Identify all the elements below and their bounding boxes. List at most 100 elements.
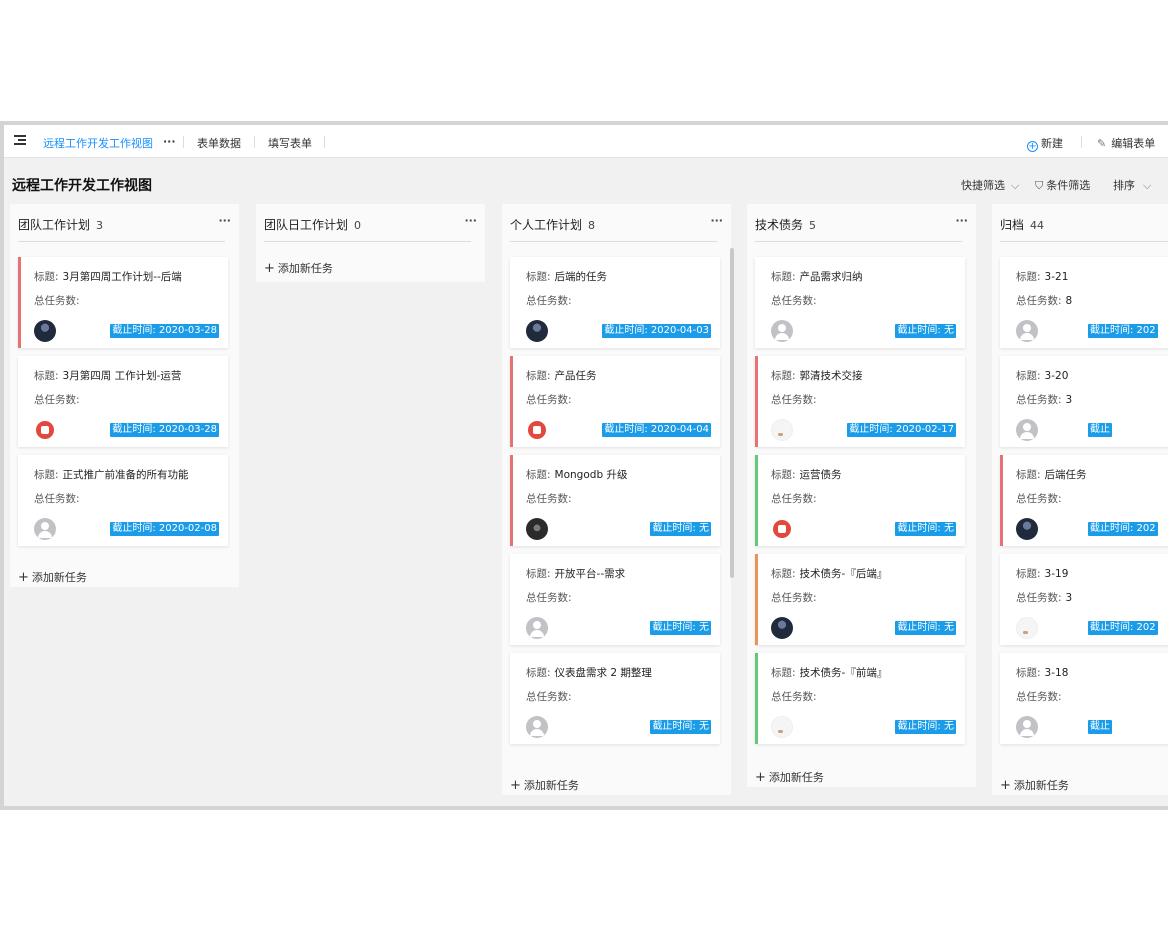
assignee-avatar[interactable] <box>1016 419 1038 441</box>
add-task-button[interactable]: + 添加新任务 <box>510 777 579 793</box>
due-date-badge: 截止时间: 无 <box>895 720 956 734</box>
task-card[interactable]: 标题: 开放平台--需求 总任务数: 截止时间: 无 <box>510 554 720 645</box>
view-more-icon[interactable]: ··· <box>163 135 176 148</box>
tab-form-data[interactable]: 表单数据 <box>197 135 241 151</box>
title-key: 标题: <box>771 568 796 580</box>
total-key: 总任务数: <box>526 493 572 505</box>
column-header: 团队日工作计划 0 ··· <box>264 204 477 242</box>
task-card[interactable]: 标题: 技术债务-『前端』 总任务数: 截止时间: 无 <box>755 653 965 744</box>
add-task-button[interactable]: + 添加新任务 <box>1000 777 1069 793</box>
assignee-avatar[interactable] <box>34 320 56 342</box>
plus-icon: + <box>510 778 521 793</box>
priority-bar <box>510 356 513 447</box>
add-task-button[interactable]: + 添加新任务 <box>18 569 87 585</box>
assignee-avatar[interactable] <box>526 617 548 639</box>
column-more-icon[interactable]: ··· <box>464 214 477 227</box>
task-card[interactable]: 标题: 产品需求归纳 总任务数: 截止时间: 无 <box>755 257 965 348</box>
due-date-badge: 截止 <box>1088 423 1112 437</box>
task-card[interactable]: 标题: 3-21 总任务数: 8 截止时间: 202 <box>1000 257 1168 348</box>
task-card[interactable]: 标题: 3月第四周 工作计划-运营 总任务数: 截止时间: 2020-03-28 <box>18 356 228 447</box>
assignee-avatar[interactable] <box>526 320 548 342</box>
title-value: 正式推广前准备的所有功能 <box>62 469 189 481</box>
card-total: 总任务数: <box>526 590 576 605</box>
assignee-avatar[interactable] <box>1016 716 1038 738</box>
card-total: 总任务数: <box>34 392 84 407</box>
column-more-icon[interactable]: ··· <box>955 214 968 227</box>
total-key: 总任务数: <box>771 691 817 703</box>
assignee-avatar[interactable] <box>771 617 793 639</box>
column-name: 技术债务 <box>755 218 804 232</box>
divider <box>324 136 325 148</box>
card-title: 标题: Mongodb 升级 <box>526 467 627 482</box>
task-card[interactable]: 标题: 仪表盘需求 2 期整理 总任务数: 截止时间: 无 <box>510 653 720 744</box>
tab-current-view[interactable]: 远程工作开发工作视图 <box>43 135 153 151</box>
task-card[interactable]: 标题: 3-18 总任务数: 截止 <box>1000 653 1168 744</box>
title-key: 标题: <box>1016 271 1041 283</box>
new-button-label: 新建 <box>1041 137 1063 150</box>
task-card[interactable]: 标题: 后端任务 总任务数: 截止时间: 202 <box>1000 455 1168 546</box>
due-date-badge: 截止时间: 2020-03-28 <box>110 423 219 437</box>
task-card[interactable]: 标题: 产品任务 总任务数: 截止时间: 2020-04-04 <box>510 356 720 447</box>
task-card[interactable]: 标题: 正式推广前准备的所有功能 总任务数: 截止时间: 2020-02-08 <box>18 455 228 546</box>
edit-form-button[interactable]: ✎ 编辑表单 <box>1097 135 1155 151</box>
due-date-badge: 截止 <box>1088 720 1112 734</box>
add-task-button[interactable]: + 添加新任务 <box>755 769 824 785</box>
condition-filter-button[interactable]: ⛉ 条件筛选 <box>1035 177 1090 193</box>
assignee-avatar[interactable] <box>34 518 56 540</box>
title-key: 标题: <box>34 370 59 382</box>
add-task-button[interactable]: + 添加新任务 <box>264 260 333 276</box>
total-key: 总任务数: <box>34 295 80 307</box>
assignee-avatar[interactable] <box>526 716 548 738</box>
assignee-avatar[interactable] <box>1016 320 1038 342</box>
sort-dropdown[interactable]: 排序 ⌵ <box>1113 177 1151 193</box>
assignee-avatar[interactable] <box>771 419 793 441</box>
column-more-icon[interactable]: ··· <box>218 214 231 227</box>
column-more-icon[interactable]: ··· <box>710 214 723 227</box>
column-title: 归档 44 <box>1000 216 1044 233</box>
column-count: 44 <box>1030 219 1045 232</box>
card-title: 标题: 开放平台--需求 <box>526 566 625 581</box>
task-card[interactable]: 标题: 运营债务 总任务数: 截止时间: 无 <box>755 455 965 546</box>
task-card[interactable]: 标题: 3-20 总任务数: 3 截止 <box>1000 356 1168 447</box>
add-task-label: 添加新任务 <box>277 262 333 275</box>
column-count: 0 <box>354 219 362 232</box>
due-date-badge: 截止时间: 202 <box>1088 621 1158 635</box>
task-card[interactable]: 标题: 郭清技术交接 总任务数: 截止时间: 2020-02-17 <box>755 356 965 447</box>
card-total: 总任务数: 8 <box>1016 293 1072 308</box>
assignee-avatar[interactable] <box>34 419 56 441</box>
task-card[interactable]: 标题: 后端的任务 总任务数: 截止时间: 2020-04-03 <box>510 257 720 348</box>
column: 归档 44 标题: 3-21 总任务数: 8 截止时间: 202 标题: 3-20 总任务数: 3 截… <box>992 204 1168 795</box>
priority-bar <box>510 455 513 546</box>
title-key: 标题: <box>1016 667 1041 679</box>
assignee-avatar[interactable] <box>526 419 548 441</box>
card-title: 标题: 正式推广前准备的所有功能 <box>34 467 189 482</box>
assignee-avatar[interactable] <box>1016 518 1038 540</box>
column-scrollbar[interactable] <box>730 248 734 578</box>
card-total: 总任务数: <box>526 689 576 704</box>
tab-fill-form[interactable]: 填写表单 <box>268 135 312 151</box>
quick-filter-label: 快捷筛选 <box>961 179 1005 192</box>
task-card[interactable]: 标题: 3-19 总任务数: 3 截止时间: 202 <box>1000 554 1168 645</box>
assignee-avatar[interactable] <box>771 716 793 738</box>
column-name: 归档 <box>1000 218 1025 232</box>
new-button[interactable]: + 新建 <box>1027 135 1063 152</box>
assignee-avatar[interactable] <box>526 518 548 540</box>
total-key: 总任务数: <box>34 394 80 406</box>
divider <box>254 136 255 148</box>
task-card[interactable]: 标题: Mongodb 升级 总任务数: 截止时间: 无 <box>510 455 720 546</box>
quick-filter-dropdown[interactable]: 快捷筛选 ⌵ <box>961 177 1019 193</box>
title-value: 运营债务 <box>799 469 842 481</box>
title-key: 标题: <box>34 469 59 481</box>
card-total: 总任务数: 3 <box>1016 590 1072 605</box>
menu-icon[interactable] <box>14 135 26 147</box>
assignee-avatar[interactable] <box>771 320 793 342</box>
title-key: 标题: <box>771 271 796 283</box>
task-card[interactable]: 标题: 3月第四周工作计划--后端 总任务数: 截止时间: 2020-03-28 <box>18 257 228 348</box>
card-total: 总任务数: <box>771 392 821 407</box>
assignee-avatar[interactable] <box>1016 617 1038 639</box>
task-card[interactable]: 标题: 技术债务-『后端』 总任务数: 截止时间: 无 <box>755 554 965 645</box>
column-header: 技术债务 5 ··· <box>755 204 968 242</box>
assignee-avatar[interactable] <box>771 518 793 540</box>
column-header: 归档 44 <box>1000 204 1168 242</box>
title-key: 标题: <box>526 469 551 481</box>
